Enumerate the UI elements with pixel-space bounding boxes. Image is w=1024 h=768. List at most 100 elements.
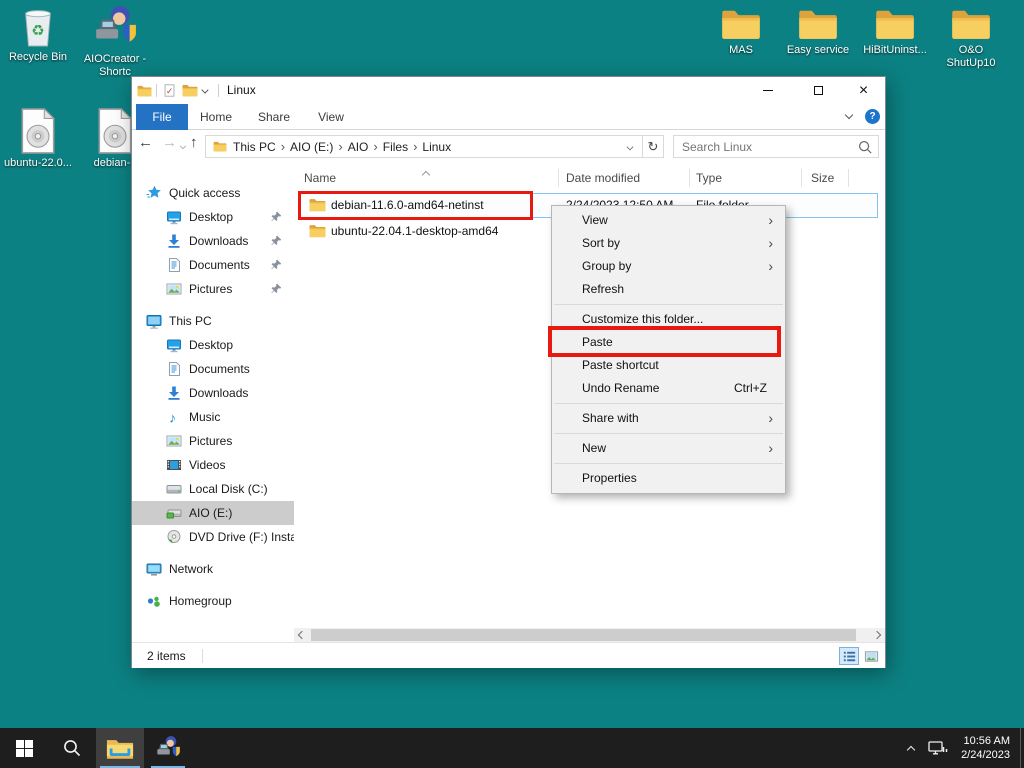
horizontal-scrollbar[interactable] [294,628,885,642]
column-divider[interactable] [801,169,802,187]
submenu-arrow-icon: › [768,209,773,232]
up-button[interactable]: ↑ [190,134,198,151]
menu-item-group-by[interactable]: Group by › [552,255,785,278]
menu-item-refresh[interactable]: Refresh [552,278,785,301]
menu-separator [554,403,783,404]
breadcrumb-item-aio[interactable]: AIO [348,140,369,154]
menu-item-undo-rename[interactable]: Undo Rename Ctrl+Z [552,377,785,400]
iso-file-icon [20,108,56,154]
taskbar-search-button[interactable] [48,728,96,768]
homegroup-circles-icon [146,593,162,609]
sidebar-item-desktop[interactable]: Desktop [132,205,294,229]
windows-logo-icon [16,740,33,757]
sidebar-item-pictures[interactable]: Pictures [132,277,294,301]
breadcrumb-separator: › [338,139,342,154]
menu-item-paste-shortcut[interactable]: Paste shortcut [552,354,785,377]
desktop-icon-recycle-bin[interactable]: Recycle Bin [0,6,76,64]
show-hidden-icons-button[interactable] [901,728,921,768]
sidebar-item-network[interactable]: Network [132,557,294,581]
menu-item-properties[interactable]: Properties [552,467,785,490]
thumbnails-view-button[interactable] [861,647,881,665]
tab-share[interactable]: Share [248,104,300,130]
sidebar-item-quick-access[interactable]: Quick access [132,181,294,205]
column-divider[interactable] [689,169,690,187]
menu-item-sort-by[interactable]: Sort by › [552,232,785,255]
desktop-icon-oo-shutup10[interactable]: O&O ShutUp10 [933,8,1009,70]
taskbar-file-explorer-button[interactable] [96,728,144,768]
hard-drive-device-icon [166,505,182,521]
thumbnails-view-icon [864,649,879,664]
sidebar-item-pc-documents[interactable]: Documents [132,357,294,381]
refresh-button[interactable]: ↻ [643,135,664,158]
scroll-left-icon[interactable] [298,631,306,639]
help-icon[interactable]: ? [865,109,880,124]
column-header-size[interactable]: Size [811,165,834,191]
annotation-box-paste [548,326,781,357]
search-input[interactable] [674,136,878,157]
expand-ribbon-chevron-icon[interactable] [845,111,853,119]
ribbon-tabs: File Home Share View ? [132,104,885,130]
scrollbar-thumb[interactable] [311,629,856,641]
address-dropdown-chevron-icon[interactable] [627,144,634,151]
breadcrumb-item-this-pc[interactable]: This PC [233,140,276,154]
minimize-button[interactable] [745,77,790,104]
close-button[interactable]: × [841,77,886,104]
maximize-icon [814,86,823,95]
sidebar-item-pc-pictures[interactable]: Pictures [132,429,294,453]
taskbar-clock[interactable]: 10:56 AM 2/24/2023 [955,734,1020,762]
column-divider[interactable] [558,169,559,187]
desktop-icon-label: HiBitUninst... [863,44,927,57]
desktop-icon-hibituninstaller[interactable]: HiBitUninst... [857,8,933,57]
column-header-name[interactable]: Name [304,165,336,191]
sidebar-item-pc-music[interactable]: Music [132,405,294,429]
maximize-button[interactable] [796,77,841,104]
back-button[interactable]: ← [138,134,153,151]
sidebar-item-homegroup[interactable]: Homegroup [132,589,294,613]
breadcrumb-item-aio-drive[interactable]: AIO (E:) [290,140,333,154]
tab-view[interactable]: View [305,104,357,130]
desktop-icon-ubuntu-iso[interactable]: ubuntu-22.0... [0,108,76,170]
breadcrumb-separator: › [373,139,377,154]
qat-customize-chevron-icon[interactable] [201,86,208,93]
column-header-type[interactable]: Type [696,165,722,191]
status-bar: 2 items [132,642,885,668]
menu-item-view[interactable]: View › [552,209,785,232]
desktop: ♻ [0,0,1024,768]
desktop-icon-mas[interactable]: MAS [703,8,779,57]
breadcrumb-item-files[interactable]: Files [383,140,408,154]
sidebar-item-pc-desktop[interactable]: Desktop [132,333,294,357]
qat-properties-icon[interactable] [163,83,176,98]
desktop-icon-easy-service[interactable]: Easy service [780,8,856,57]
sidebar-item-aio-e[interactable]: AIO (E:) [132,501,294,525]
details-view-button[interactable] [839,647,859,665]
desktop-icon-aiocreator[interactable]: AIOCreator - Shortc [77,4,153,79]
start-button[interactable] [0,728,48,768]
sidebar-item-pc-videos[interactable]: Videos [132,453,294,477]
title-bar[interactable]: Linux × [132,77,885,104]
desktop-icon-label: O&O ShutUp10 [947,44,996,70]
taskbar-aiocreator-button[interactable] [144,728,192,768]
column-header-date-modified[interactable]: Date modified [566,165,640,191]
breadcrumb[interactable]: This PC › AIO (E:) › AIO › Files › Linux [205,135,643,158]
tab-file[interactable]: File [136,104,188,130]
picture-icon [166,433,182,449]
scroll-right-icon[interactable] [873,631,881,639]
sidebar-item-dvd-drive-f[interactable]: DVD Drive (F:) Instal [132,525,294,549]
taskbar: 10:56 AM 2/24/2023 [0,728,1024,768]
show-desktop-button[interactable] [1020,728,1024,768]
sidebar-item-pc-downloads[interactable]: Downloads [132,381,294,405]
menu-item-new[interactable]: New › [552,437,785,460]
menu-item-share-with[interactable]: Share with › [552,407,785,430]
sidebar-item-this-pc[interactable]: This PC [132,309,294,333]
sidebar-item-downloads[interactable]: Downloads [132,229,294,253]
sidebar-item-local-disk-c[interactable]: Local Disk (C:) [132,477,294,501]
breadcrumb-item-linux[interactable]: Linux [422,140,451,154]
document-icon [166,257,182,273]
recent-locations-chevron-icon[interactable] [180,143,186,149]
network-tray-button[interactable] [921,728,955,768]
qat-new-folder-icon[interactable] [182,84,198,97]
forward-button[interactable]: → [162,134,177,151]
tab-home[interactable]: Home [190,104,242,130]
column-divider[interactable] [848,169,849,187]
sidebar-item-documents[interactable]: Documents [132,253,294,277]
